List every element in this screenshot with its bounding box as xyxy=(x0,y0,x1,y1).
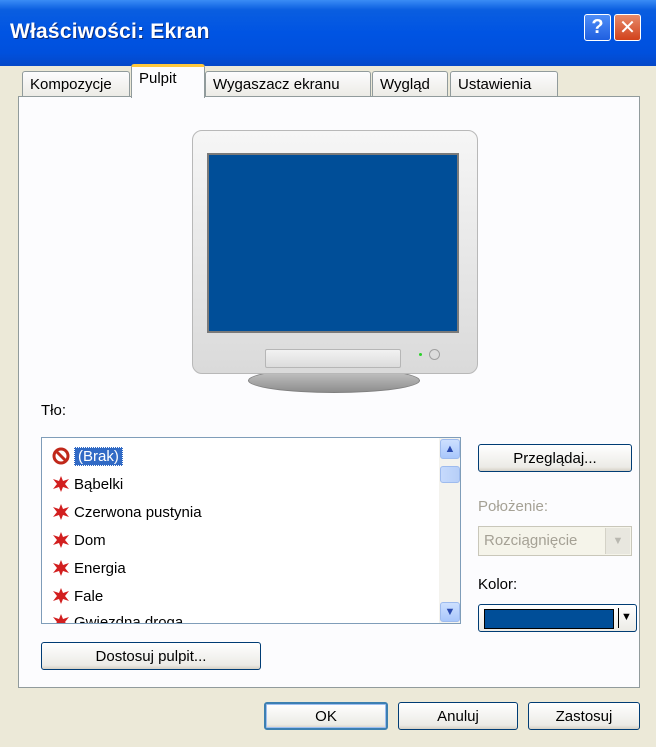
list-item-label: Czerwona pustynia xyxy=(74,503,202,521)
wallpaper-icon xyxy=(52,475,70,493)
apply-button[interactable]: Zastosuj xyxy=(528,702,640,730)
wallpaper-icon xyxy=(52,613,70,623)
chevron-down-icon: ▼ xyxy=(621,611,632,623)
list-item-label: (Brak) xyxy=(74,446,123,466)
list-item[interactable]: Czerwona pustynia xyxy=(52,500,202,524)
list-item[interactable]: Dom xyxy=(52,528,106,552)
no-icon xyxy=(52,447,70,465)
position-select[interactable]: Rozciągnięcie ▼ xyxy=(478,526,632,556)
list-item-label: Energia xyxy=(74,559,126,577)
list-item[interactable]: Bąbelki xyxy=(52,472,123,496)
browse-button[interactable]: Przeglądaj... xyxy=(478,444,632,472)
color-swatch xyxy=(484,609,614,629)
scroll-down-icon[interactable]: ▼ xyxy=(440,602,460,622)
wallpaper-icon xyxy=(52,503,70,521)
cancel-button[interactable]: Anuluj xyxy=(398,702,518,730)
color-picker-button[interactable]: ▼ xyxy=(478,604,637,632)
color-label: Kolor: xyxy=(478,576,518,593)
ok-button[interactable]: OK xyxy=(264,702,388,730)
chevron-down-icon: ▼ xyxy=(605,528,630,554)
wallpaper-icon xyxy=(52,559,70,577)
scroll-up-icon[interactable]: ▲ xyxy=(440,439,460,459)
list-item-label: Dom xyxy=(74,531,106,549)
list-item-label: Bąbelki xyxy=(74,475,124,493)
background-label: Tło: xyxy=(41,402,67,419)
wallpaper-icon xyxy=(52,587,70,605)
list-item-label: Gwiezdna droga xyxy=(74,613,184,624)
list-item-label: Fale xyxy=(74,587,104,605)
list-item[interactable]: Gwiezdna droga xyxy=(52,610,184,624)
vertical-scrollbar[interactable]: ▲ ▼ xyxy=(439,438,460,623)
scroll-thumb[interactable] xyxy=(440,466,460,483)
position-value: Rozciągnięcie xyxy=(484,532,578,549)
list-item[interactable]: (Brak) xyxy=(52,444,123,468)
list-item[interactable]: Fale xyxy=(52,584,103,608)
customize-desktop-button[interactable]: Dostosuj pulpit... xyxy=(41,642,261,670)
position-label: Położenie: xyxy=(478,498,549,515)
wallpaper-list[interactable]: (Brak) Bąbelki Czerwona pustynia Dom Ene… xyxy=(41,437,461,624)
color-separator xyxy=(618,608,619,628)
list-item[interactable]: Energia xyxy=(52,556,126,580)
wallpaper-icon xyxy=(52,531,70,549)
